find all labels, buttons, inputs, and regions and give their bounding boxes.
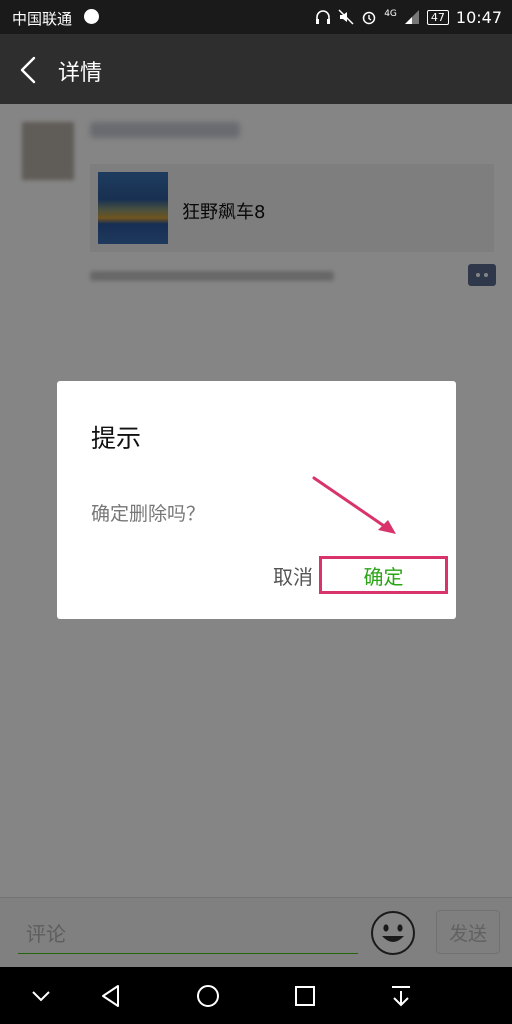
mute-icon [338,9,354,25]
signal-icon [404,10,419,24]
confirm-button[interactable]: 确定 [319,556,448,594]
annotation-arrow-icon [312,476,396,534]
back-triangle-icon[interactable] [94,979,128,1013]
notification-pull-icon[interactable] [384,979,418,1013]
status-bar: 中国联通 4G 47 10:47 [0,0,512,34]
app-header: 详情 [0,34,512,104]
globe-icon [84,9,99,24]
system-nav-bar [0,967,512,1024]
clock: 10:47 [455,7,502,27]
carrier-name: 中国联通 [12,10,73,28]
battery-level: 47 [426,9,449,25]
chevron-down-icon[interactable] [24,979,58,1013]
dialog-title: 提示 [91,424,142,453]
chevron-left-icon[interactable] [10,52,46,88]
network-type: 4G [384,8,397,19]
recents-square-icon[interactable] [288,979,322,1013]
alarm-icon [362,11,376,25]
home-circle-icon[interactable] [191,979,225,1013]
cancel-button[interactable]: 取消 [273,561,313,590]
status-icons: 4G 47 10:47 [315,7,502,27]
dialog-message: 确定删除吗？ [91,503,206,525]
headphones-icon [316,10,331,24]
page-title: 详情 [58,61,103,86]
